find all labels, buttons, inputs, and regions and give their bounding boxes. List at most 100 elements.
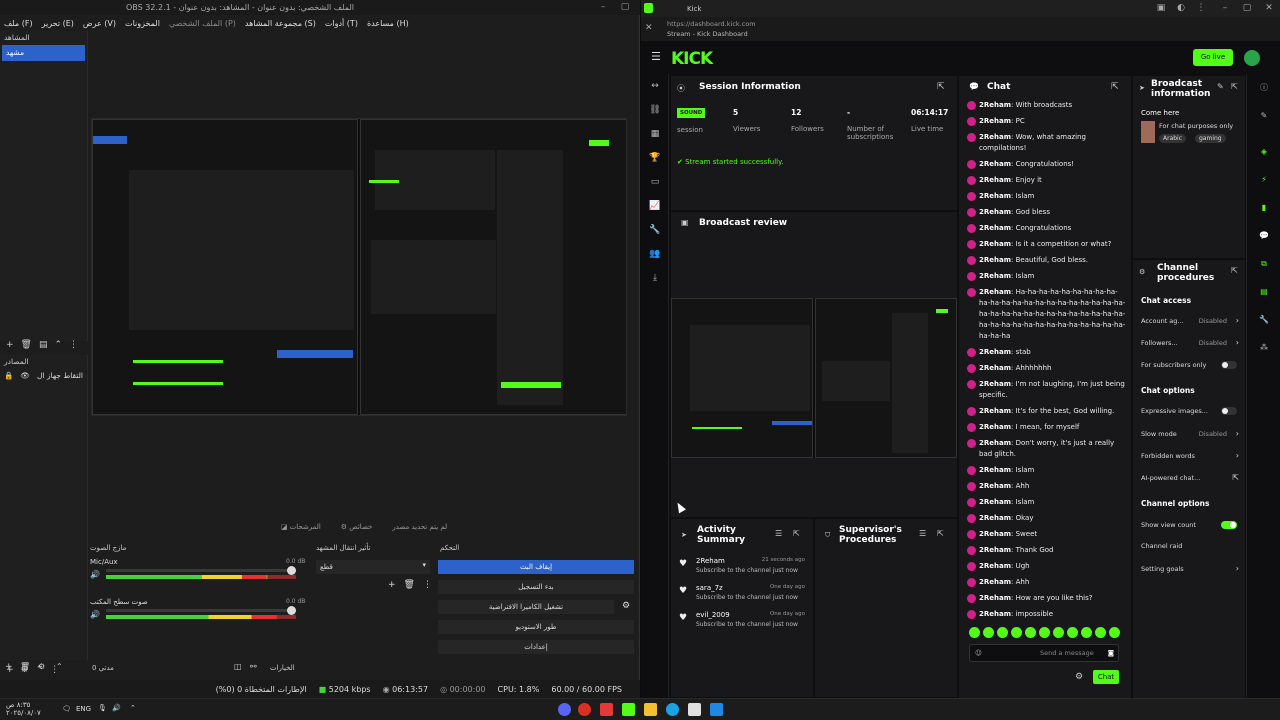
speaker-icon[interactable]: 🔊 bbox=[112, 704, 121, 712]
emote-icon[interactable] bbox=[983, 627, 994, 638]
link-icon[interactable]: ⛓ bbox=[649, 104, 661, 116]
doc-icon[interactable]: ▤ bbox=[1258, 286, 1270, 298]
gear-icon[interactable]: ⚙ bbox=[38, 662, 45, 671]
stop-stream-button[interactable]: إيقاف البث bbox=[438, 560, 634, 574]
gear-icon[interactable]: ⚙ bbox=[622, 601, 630, 611]
wrench-icon[interactable]: 🔧 bbox=[649, 224, 661, 236]
lock-icon[interactable]: 🔒 bbox=[4, 371, 13, 380]
emote-icon[interactable] bbox=[1039, 627, 1050, 638]
maximize-icon[interactable]: ▢ bbox=[1237, 0, 1257, 17]
obs-preview[interactable] bbox=[91, 118, 627, 416]
properties-button[interactable]: ⚙ خصائص bbox=[341, 523, 373, 531]
menu-view[interactable]: عرض (V) bbox=[83, 19, 116, 28]
chat-username[interactable]: 2Reham bbox=[979, 348, 1011, 356]
discord-icon[interactable] bbox=[558, 703, 571, 716]
chat-username[interactable]: 2Reham bbox=[979, 423, 1011, 431]
notepad-icon[interactable] bbox=[688, 703, 701, 716]
chat-username[interactable]: 2Reham bbox=[979, 288, 1011, 296]
scene-item[interactable]: مشهد bbox=[2, 45, 85, 61]
trash-icon[interactable]: 🗑 bbox=[20, 662, 30, 671]
slow-mode-row[interactable]: Slow mode Disabled › bbox=[1141, 429, 1239, 442]
chat-username[interactable]: 2Reham bbox=[979, 176, 1011, 184]
minimize-icon[interactable]: – bbox=[1215, 0, 1235, 17]
chart-icon[interactable]: ▦ bbox=[649, 128, 661, 140]
chat-username[interactable]: 2Reham bbox=[979, 466, 1011, 474]
options-label[interactable]: الخيارات bbox=[270, 664, 295, 672]
users-icon[interactable]: 👥 bbox=[649, 248, 661, 260]
add-icon[interactable]: + bbox=[388, 580, 396, 590]
virtual-camera-button[interactable]: تشغيل الكاميرا الافتراضية bbox=[438, 600, 614, 614]
chat-username[interactable]: 2Reham bbox=[979, 160, 1011, 168]
start-recording-button[interactable]: بدء التسجيل bbox=[438, 580, 634, 594]
source-item[interactable]: 🔒 👁 التقاط جهاز ال bbox=[0, 368, 87, 383]
chat-username[interactable]: 2Reham bbox=[979, 224, 1011, 232]
chrome-icon[interactable] bbox=[578, 703, 591, 716]
minimize-icon[interactable]: – bbox=[592, 0, 614, 15]
chat-username[interactable]: 2Reham bbox=[979, 594, 1011, 602]
chat-username[interactable]: 2Reham bbox=[979, 101, 1011, 109]
chevron-up-icon[interactable]: ⌃ bbox=[130, 704, 136, 712]
language-indicator[interactable]: ENG bbox=[76, 705, 91, 713]
chat-input[interactable]: ☺ Send a message ◙ bbox=[969, 644, 1119, 662]
chat-send-button[interactable]: Chat bbox=[1093, 670, 1119, 684]
edge-icon[interactable] bbox=[666, 703, 679, 716]
filters-button[interactable]: ◪ المرشحات bbox=[281, 523, 321, 531]
youtube-icon[interactable] bbox=[600, 703, 613, 716]
kick-logo[interactable]: KICK bbox=[671, 49, 713, 69]
layout-icon[interactable]: ▭ bbox=[649, 176, 661, 188]
account-age-row[interactable]: Account ag... Disabled › bbox=[1141, 316, 1239, 329]
chat-username[interactable]: 2Reham bbox=[979, 380, 1011, 388]
activity-user[interactable]: sara_7z bbox=[696, 584, 723, 592]
chat-username[interactable]: 2Reham bbox=[979, 117, 1011, 125]
chat-username[interactable]: 2Reham bbox=[979, 610, 1011, 618]
chat-username[interactable]: 2Reham bbox=[979, 192, 1011, 200]
activity-user[interactable]: evil_2009 bbox=[696, 611, 730, 619]
tab-title[interactable]: Kick bbox=[687, 5, 701, 13]
eye-icon[interactable]: 👁 bbox=[20, 371, 30, 380]
close-icon[interactable]: ✕ bbox=[1259, 0, 1279, 17]
popout-icon[interactable]: ⇱ bbox=[793, 529, 800, 538]
setting-goals-row[interactable]: Setting goals › bbox=[1141, 564, 1239, 577]
add-icon[interactable]: + bbox=[6, 340, 14, 350]
menu-icon[interactable]: ⋮ bbox=[1191, 0, 1211, 17]
chat-username[interactable]: 2Reham bbox=[979, 208, 1011, 216]
collapse-icon[interactable]: ↔ bbox=[649, 80, 661, 92]
extensions-icon[interactable]: ▣ bbox=[1151, 0, 1171, 17]
menu-docks[interactable]: المخزونات bbox=[125, 19, 160, 28]
filter-icon[interactable]: ▤ bbox=[39, 340, 48, 350]
popout-icon[interactable]: ⇱ bbox=[937, 529, 944, 538]
pencil-icon[interactable]: ✎ bbox=[1217, 82, 1224, 91]
popout-icon[interactable]: ⇱ bbox=[1231, 266, 1238, 275]
emote-icon[interactable] bbox=[997, 627, 1008, 638]
emote-icon[interactable] bbox=[1025, 627, 1036, 638]
mic-icon[interactable]: 🎙 bbox=[98, 704, 107, 712]
menu-profile[interactable]: الملف الشخصي (P) bbox=[169, 19, 236, 28]
chat-username[interactable]: 2Reham bbox=[979, 133, 1011, 141]
menu-help[interactable]: مساعدة (H) bbox=[367, 19, 409, 28]
popout-icon[interactable]: ⇱ bbox=[1231, 82, 1238, 91]
forbidden-words-row[interactable]: Forbidden words › bbox=[1141, 451, 1239, 464]
analytics-icon[interactable]: 📈 bbox=[649, 200, 661, 212]
settings-button[interactable]: إعدادات bbox=[438, 640, 634, 654]
chat-username[interactable]: 2Reham bbox=[979, 240, 1011, 248]
chat-username[interactable]: 2Reham bbox=[979, 578, 1011, 586]
add-icon[interactable]: + bbox=[5, 662, 13, 672]
channel-raid-row[interactable]: Channel raid bbox=[1141, 542, 1239, 554]
popout-icon[interactable]: ⇱ bbox=[937, 82, 945, 92]
chat-username[interactable]: 2Reham bbox=[979, 530, 1011, 538]
activity-user[interactable]: 2Reham bbox=[696, 557, 725, 565]
split-icon[interactable]: ◫ bbox=[234, 662, 242, 671]
mic-volume-slider[interactable] bbox=[106, 566, 296, 575]
wrench-icon[interactable]: 🔧 bbox=[1258, 314, 1270, 326]
close-icon[interactable]: ✕ bbox=[645, 23, 653, 33]
emote-icon[interactable] bbox=[1053, 627, 1064, 638]
chat-username[interactable]: 2Reham bbox=[979, 439, 1011, 447]
studio-mode-button[interactable]: طور الاستوديو bbox=[438, 620, 634, 634]
chat-bubble-icon[interactable]: 💬 bbox=[1258, 230, 1270, 242]
menu-file[interactable]: ملف (F) bbox=[4, 19, 33, 28]
notification-icon[interactable]: 🗨 bbox=[62, 705, 71, 713]
emote-icon[interactable] bbox=[1081, 627, 1092, 638]
emoji-icon[interactable]: ☺ bbox=[975, 645, 982, 661]
chat-username[interactable]: 2Reham bbox=[979, 514, 1011, 522]
download-icon[interactable]: ⤓ bbox=[649, 272, 661, 284]
